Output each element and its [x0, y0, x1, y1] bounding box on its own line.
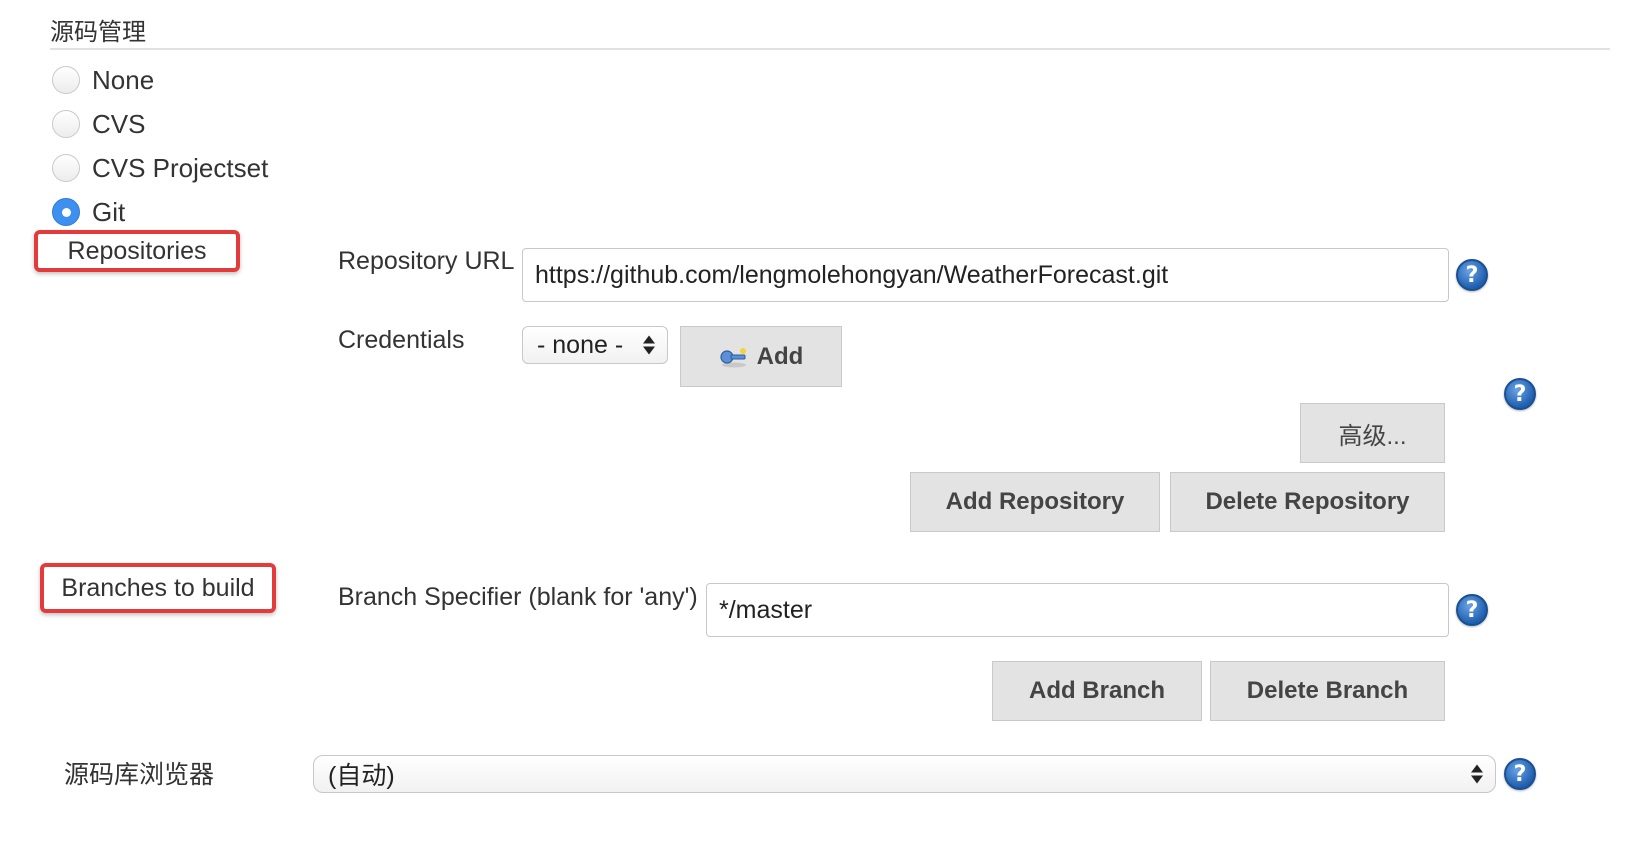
- advanced-button[interactable]: 高级...: [1300, 403, 1445, 463]
- repository-browser-label: 源码库浏览器: [64, 761, 215, 789]
- credentials-help-icon[interactable]: ?: [1504, 378, 1536, 410]
- branch-specifier-input[interactable]: */master: [706, 583, 1449, 637]
- credentials-label: Credentials: [338, 326, 465, 354]
- scm-option-cvs[interactable]: CVS: [52, 107, 145, 141]
- key-icon: [720, 347, 746, 367]
- up-down-arrows-icon: [643, 335, 655, 355]
- repository-url-help-icon[interactable]: ?: [1456, 259, 1488, 291]
- credentials-select[interactable]: - none -: [522, 326, 668, 364]
- radio-cvs[interactable]: [52, 110, 80, 138]
- repository-url-input[interactable]: https://github.com/lengmolehongyan/Weath…: [522, 248, 1449, 302]
- radio-selected-dot: [61, 207, 71, 217]
- radio-none[interactable]: [52, 66, 80, 94]
- branch-specifier-label: Branch Specifier (blank for 'any'): [338, 583, 698, 611]
- repository-url-label: Repository URL: [338, 247, 515, 275]
- scm-option-label: CVS Projectset: [92, 152, 269, 183]
- add-credentials-label: Add: [756, 342, 804, 370]
- add-branch-button[interactable]: Add Branch: [992, 661, 1202, 721]
- scm-option-git[interactable]: Git: [52, 195, 125, 229]
- repository-browser-help-icon[interactable]: ?: [1504, 758, 1536, 790]
- section-divider: [50, 48, 1610, 50]
- repository-browser-select[interactable]: (自动): [313, 755, 1496, 793]
- radio-cvs-projectset[interactable]: [52, 154, 80, 182]
- up-down-arrows-icon: [1471, 764, 1483, 784]
- scm-option-cvs-projectset[interactable]: CVS Projectset: [52, 151, 268, 185]
- branch-specifier-help-icon[interactable]: ?: [1456, 594, 1488, 626]
- scm-option-none[interactable]: None: [52, 63, 154, 97]
- section-title: 源码管理: [50, 19, 146, 46]
- delete-repository-button[interactable]: Delete Repository: [1170, 472, 1445, 532]
- credentials-select-value: - none -: [537, 330, 624, 359]
- repository-browser-value: (自动): [328, 762, 395, 790]
- repositories-heading: Repositories: [34, 230, 240, 272]
- branches-heading: Branches to build: [40, 563, 276, 613]
- add-credentials-button[interactable]: Add: [680, 326, 842, 387]
- scm-option-label: CVS: [92, 108, 146, 139]
- radio-git-selected[interactable]: [52, 198, 80, 226]
- scm-option-label: Git: [92, 196, 126, 227]
- add-repository-button[interactable]: Add Repository: [910, 472, 1160, 532]
- scm-option-label: None: [92, 64, 155, 95]
- delete-branch-button[interactable]: Delete Branch: [1210, 661, 1445, 721]
